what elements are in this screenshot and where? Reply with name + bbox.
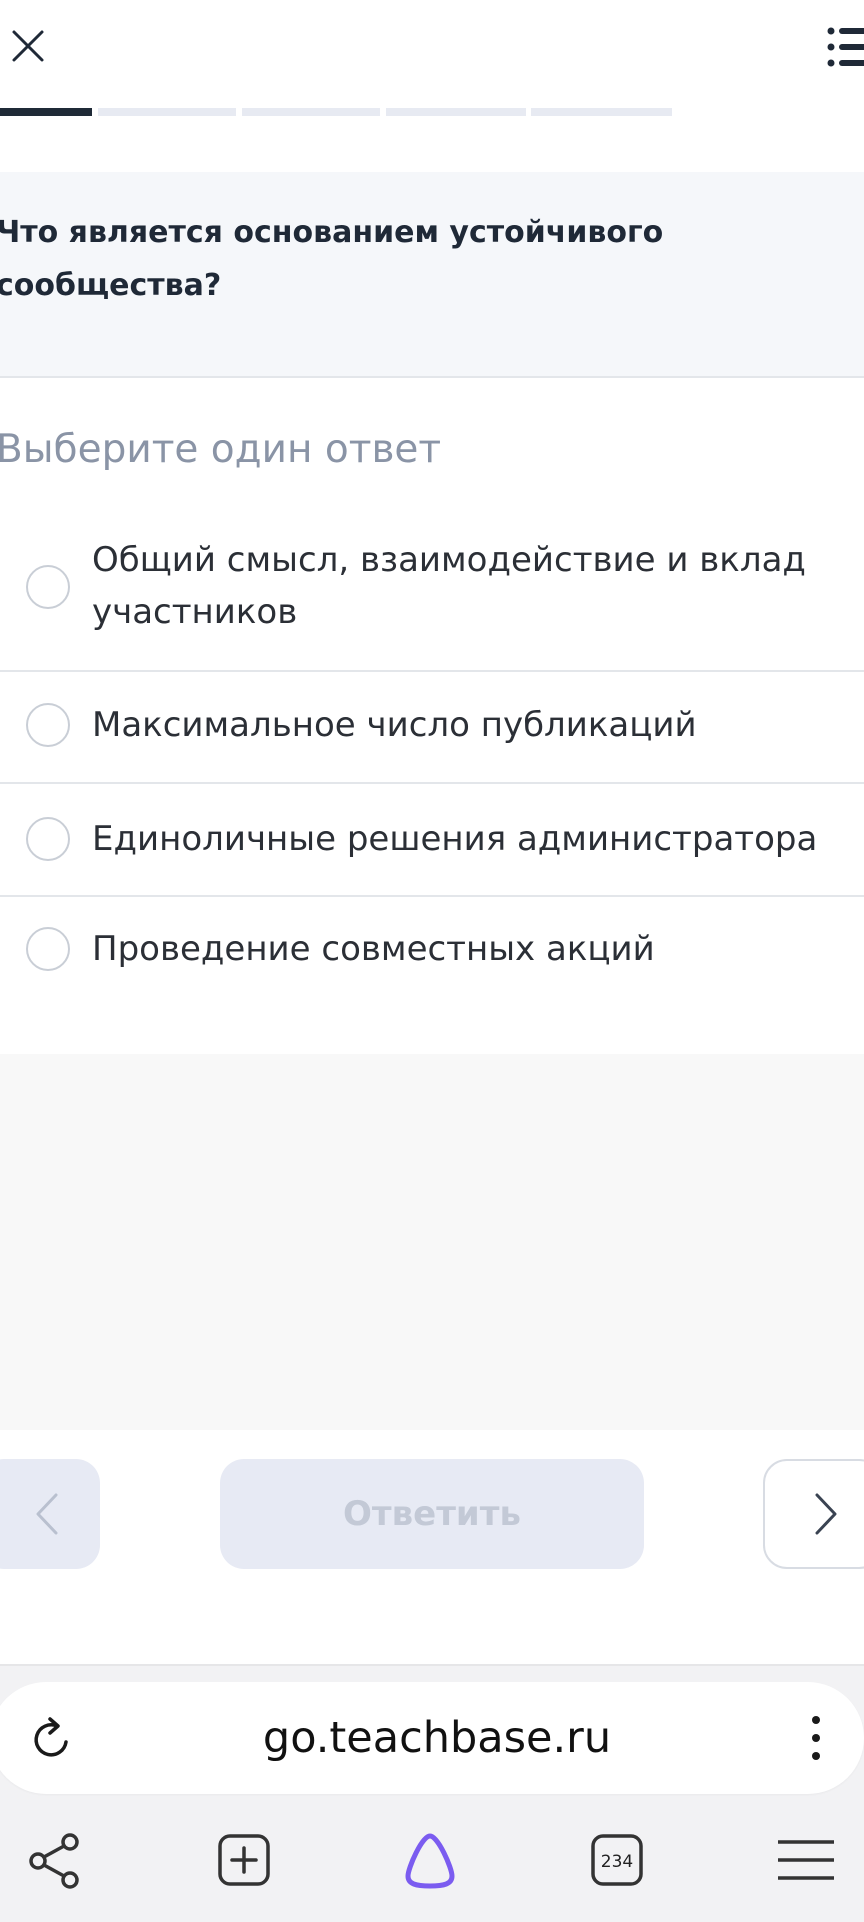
tabs-button[interactable]: 234 [589,1830,645,1890]
radio-button[interactable] [26,817,70,861]
question-list-button[interactable] [826,24,864,70]
radio-button[interactable] [26,703,70,747]
share-button[interactable] [26,1830,82,1890]
alice-assistant-icon [405,1833,455,1889]
progress-segment[interactable] [386,108,526,116]
answer-hint: Выберите один ответ [0,427,442,472]
question-panel: Что является основанием устойчивого сооб… [0,172,864,378]
radio-button[interactable] [26,565,70,609]
previous-question-button[interactable] [0,1459,100,1569]
more-menu-icon[interactable] [800,1712,832,1764]
question-text: Что является основанием устойчивого сооб… [0,215,664,303]
tabs-counter-icon: 234 [591,1834,643,1886]
next-question-button[interactable] [763,1459,864,1569]
radio-button[interactable] [26,927,70,971]
chevron-right-icon [815,1493,837,1535]
answer-option-label: Максимальное число публикаций [92,705,697,745]
chevron-left-icon [36,1493,58,1535]
close-button[interactable] [8,24,48,68]
progress-segment[interactable] [242,108,380,116]
answer-option-label: Общий смысл, взаимодействие и вклад учас… [92,540,806,632]
browser-menu-button[interactable] [778,1830,834,1890]
answer-option[interactable]: Проведение совместных акций [0,897,864,1007]
answer-option[interactable]: Общий смысл, взаимодействие и вклад учас… [0,534,864,668]
progress-segment-current[interactable] [0,108,92,116]
answer-option[interactable]: Максимальное число публикаций [0,672,864,782]
progress-segment[interactable] [531,108,672,116]
tab-count: 234 [601,1852,633,1872]
url-text[interactable]: go.teachbase.ru [200,1710,674,1766]
reload-icon[interactable] [28,1714,76,1766]
progress-segment[interactable] [98,108,236,116]
assistant-button[interactable] [402,1830,458,1890]
question-progress-bar [0,108,672,116]
answer-option[interactable]: Единоличные решения администратора [0,784,864,894]
content-background [0,1054,864,1430]
submit-answer-button[interactable]: Ответить [220,1459,644,1569]
new-tab-button[interactable] [216,1830,272,1890]
add-tab-icon [218,1834,270,1886]
share-icon [29,1833,79,1889]
hamburger-menu-icon [778,1840,834,1880]
close-icon [12,30,44,62]
list-icon [827,27,864,67]
answer-option-label: Единоличные решения администратора [92,819,818,859]
answer-option-label: Проведение совместных акций [92,929,655,969]
